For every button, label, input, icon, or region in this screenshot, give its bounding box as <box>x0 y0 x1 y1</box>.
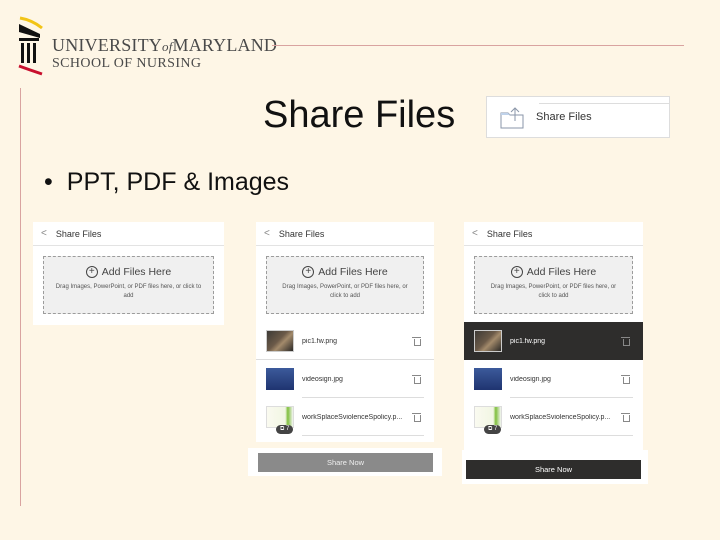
folder-upload-icon <box>500 107 524 129</box>
image-thumbnail <box>474 368 502 390</box>
row-divider <box>302 435 424 436</box>
panel-title: Share Files <box>55 228 102 239</box>
add-circle-icon: + <box>510 266 523 278</box>
file-row[interactable]: pic1.fw.png <box>256 322 434 360</box>
image-thumbnail <box>474 330 502 352</box>
side-rule <box>20 88 21 506</box>
trash-icon[interactable] <box>621 413 630 422</box>
ppt-thumbnail: ⧉ 7 <box>474 406 502 434</box>
file-drop-zone[interactable]: + Add Files Here Drag Images, PowerPoint,… <box>266 256 424 314</box>
file-drop-zone[interactable]: + Add Files Here Drag Images, PowerPoint,… <box>474 256 633 314</box>
file-name: workSplaceSviolenceSpolicy.p... <box>302 413 403 421</box>
panel-header: < Share Files <box>464 222 643 246</box>
trash-icon[interactable] <box>621 375 630 384</box>
file-name: pic1.fw.png <box>510 337 546 345</box>
logo-maryland: MARYLAND <box>172 35 278 55</box>
share-panel-files: < Share Files + Add Files Here Drag Image… <box>256 222 434 442</box>
share-panel-selected: < Share Files + Add Files Here Drag Image… <box>464 222 643 450</box>
image-thumbnail <box>266 330 294 352</box>
menu-item-label: Share Files <box>536 111 592 123</box>
file-list: pic1.fw.png videosign.jpg ⧉ 7 workSplace… <box>464 322 643 436</box>
back-chevron-icon[interactable]: < <box>264 228 270 239</box>
row-divider <box>510 435 633 436</box>
menu-divider <box>539 103 669 104</box>
bullet-point: PPT, PDF & Images <box>44 168 289 197</box>
page-count: 7 <box>493 426 498 432</box>
logo-school: SCHOOL OF NURSING <box>52 56 202 71</box>
file-name: workSplaceSviolenceSpolicy.p... <box>510 413 611 421</box>
drop-title: Add Files Here <box>101 266 172 278</box>
ppt-thumbnail: ⧉ 7 <box>266 406 294 434</box>
back-chevron-icon[interactable]: < <box>472 228 478 239</box>
trash-icon[interactable] <box>412 413 421 422</box>
file-list: pic1.fw.png videosign.jpg ⧉ 7 workSplace… <box>256 322 434 436</box>
file-name: pic1.fw.png <box>302 337 338 345</box>
trash-icon[interactable] <box>621 337 630 346</box>
drop-hint: Drag Images, PowerPoint, or PDF files he… <box>490 284 617 299</box>
file-drop-zone[interactable]: + Add Files Here Drag Images, PowerPoint,… <box>43 256 214 314</box>
trash-icon[interactable] <box>412 337 421 346</box>
add-circle-icon: + <box>302 266 315 278</box>
share-panel-empty: < Share Files + Add Files Here Drag Image… <box>33 222 224 325</box>
add-circle-icon: + <box>85 266 98 278</box>
logo-university: UNIVERSITY <box>52 35 162 55</box>
file-row[interactable]: videosign.jpg <box>464 360 643 398</box>
panel-title: Share Files <box>486 228 533 239</box>
share-now-button[interactable]: Share Now <box>466 460 641 479</box>
image-thumbnail <box>266 368 294 390</box>
panel-header: < Share Files <box>256 222 434 246</box>
file-row[interactable]: videosign.jpg <box>256 360 434 398</box>
logo-of: of <box>162 39 173 54</box>
share-files-menu-item[interactable]: Share Files <box>486 96 670 138</box>
drop-hint: Drag Images, PowerPoint, or PDF files he… <box>282 284 408 299</box>
file-row-selected[interactable]: pic1.fw.png <box>464 322 643 360</box>
drop-title: Add Files Here <box>526 266 597 278</box>
file-row[interactable]: ⧉ 7 workSplaceSviolenceSpolicy.p... <box>464 398 643 436</box>
file-name: videosign.jpg <box>510 375 551 383</box>
trash-icon[interactable] <box>412 375 421 384</box>
drop-hint: Drag Images, PowerPoint, or PDF files he… <box>55 284 202 299</box>
panel-title: Share Files <box>278 228 325 239</box>
panel-header: < Share Files <box>33 222 224 246</box>
page-count-badge: ⧉ 7 <box>484 425 502 434</box>
file-row[interactable]: ⧉ 7 workSplaceSviolenceSpolicy.p... <box>256 398 434 436</box>
slide-title: Share Files <box>263 94 456 136</box>
back-chevron-icon[interactable]: < <box>41 228 47 239</box>
drop-title: Add Files Here <box>318 266 388 278</box>
umaryland-logo-icon <box>18 16 43 76</box>
file-name: videosign.jpg <box>302 375 343 383</box>
page-count-badge: ⧉ 7 <box>276 425 294 434</box>
header-rule <box>272 45 684 46</box>
page-count: 7 <box>285 426 290 432</box>
institution-name: UNIVERSITYofMARYLAND SCHOOL OF NURSING <box>52 36 277 72</box>
share-now-button[interactable]: Share Now <box>258 453 433 472</box>
